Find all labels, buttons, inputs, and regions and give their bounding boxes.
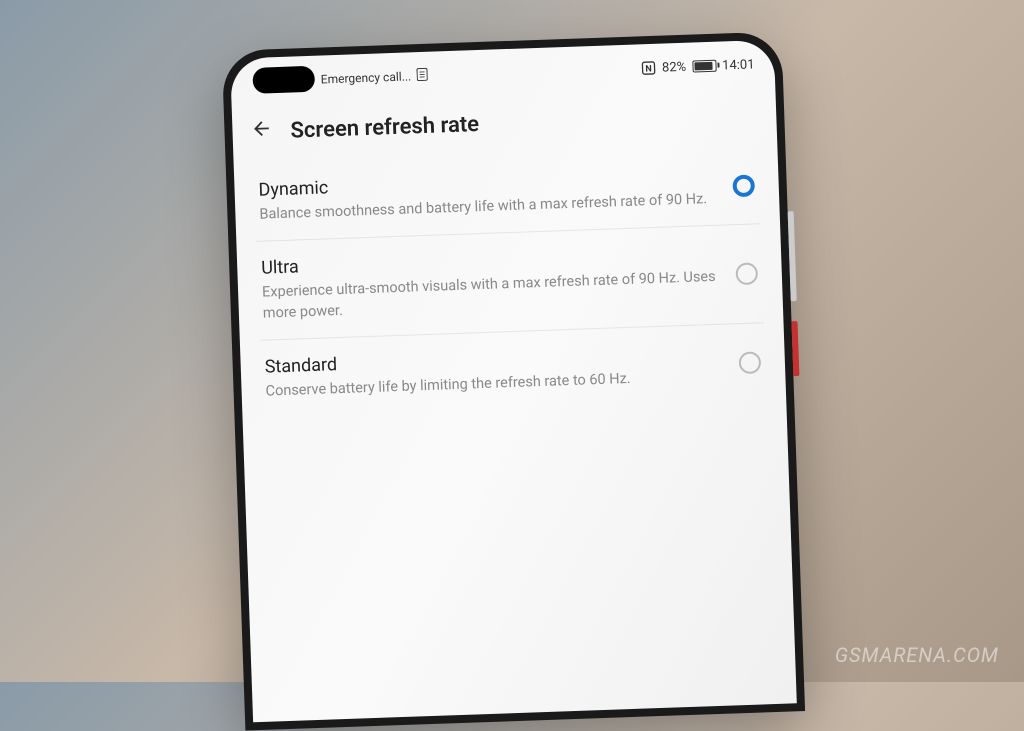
status-right: N 82% 14:01 (642, 57, 755, 76)
power-button (791, 321, 799, 376)
carrier-text: Emergency call... (321, 69, 412, 86)
status-left: Emergency call... (320, 68, 428, 88)
page-title: Screen refresh rate (290, 112, 479, 144)
radio-button[interactable] (735, 262, 758, 285)
clock-time: 14:01 (722, 57, 755, 73)
option-content: Standard Conserve battery life by limiti… (264, 340, 739, 402)
radio-button-selected[interactable] (732, 174, 755, 197)
option-content: Ultra Experience ultra-smooth visuals wi… (261, 241, 737, 323)
battery-icon (692, 60, 716, 73)
back-arrow-icon[interactable] (250, 117, 273, 146)
option-standard[interactable]: Standard Conserve battery life by limiti… (260, 323, 766, 418)
options-list: Dynamic Balance smoothness and battery l… (234, 146, 787, 419)
svg-text:N: N (646, 64, 653, 74)
option-ultra[interactable]: Ultra Experience ultra-smooth visuals wi… (256, 225, 763, 341)
radio-button[interactable] (739, 351, 762, 374)
watermark: GSMARENA.COM (835, 643, 999, 667)
phone-frame: Emergency call... N 82% 14:01 Scr (222, 31, 805, 730)
option-content: Dynamic Balance smoothness and battery l… (258, 163, 733, 225)
nfc-icon: N (642, 61, 656, 75)
sim-icon (417, 68, 429, 84)
battery-percent: 82% (662, 59, 687, 75)
phone-side-buttons (788, 211, 800, 396)
phone-screen: Emergency call... N 82% 14:01 Scr (230, 40, 797, 723)
volume-button (788, 211, 797, 301)
